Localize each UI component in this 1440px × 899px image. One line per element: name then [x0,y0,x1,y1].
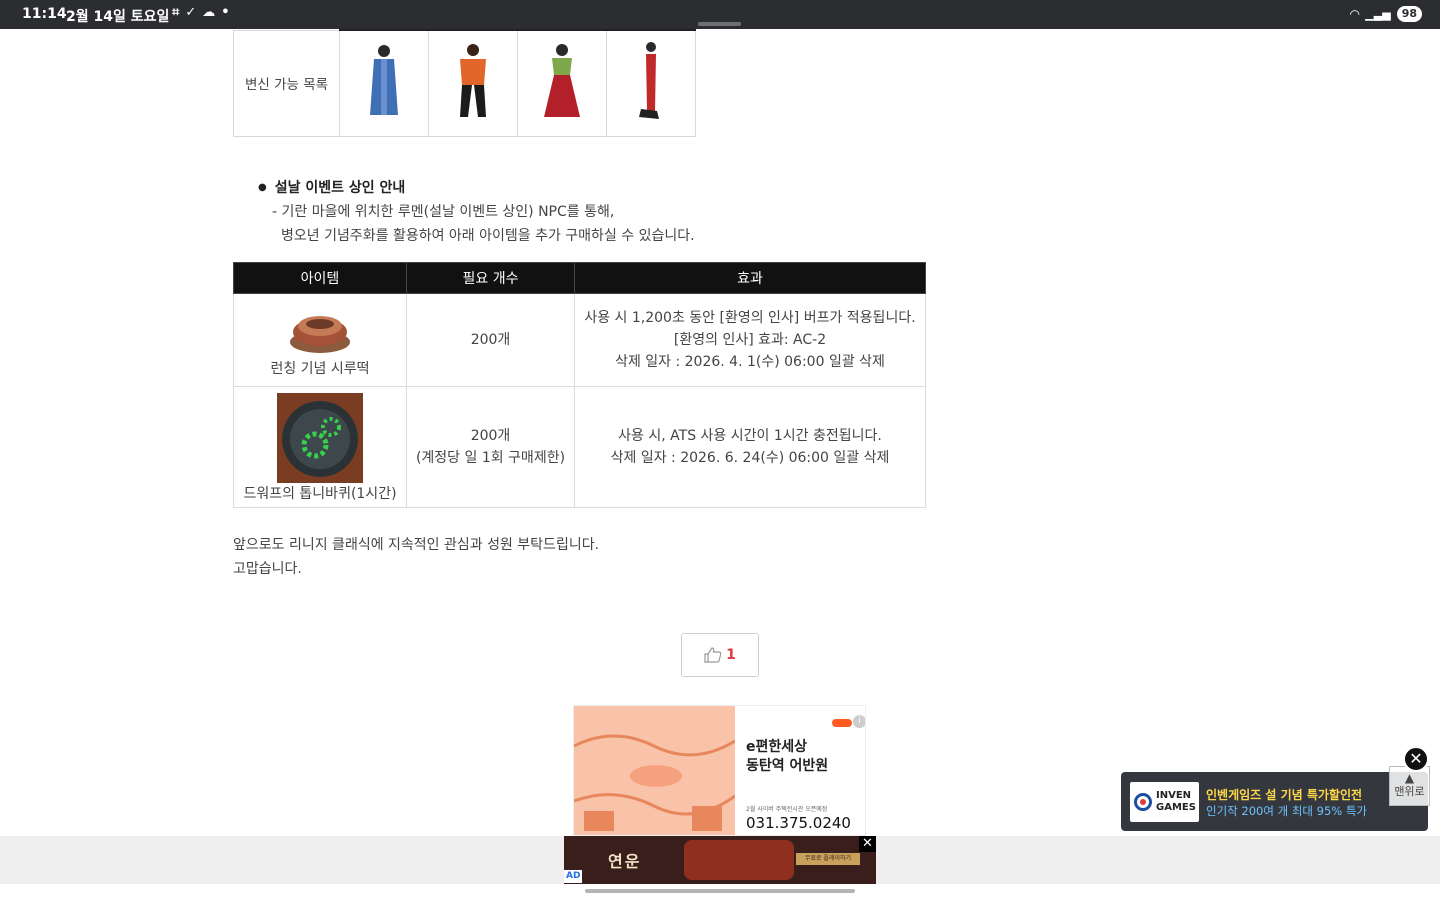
effect-line: 삭제 일자 : 2026. 6. 24(수) 06:00 일괄 삭제 [610,450,890,466]
orange-black-figure [460,44,486,118]
popup-subline: 인기작 200여 개 최대 95% 특가 [1206,804,1368,818]
inven-games-logo: INVEN GAMES [1130,782,1199,822]
table-row: 런칭 기념 시루떡 200개 사용 시 1,200초 동안 [환영의 인사] 버… [233,293,926,387]
table-row: 드워프의 톱니바퀴(1시간) 200개 (계정당 일 1회 구매제한) 사용 시… [233,386,926,508]
up-arrow-icon: ▲ [1404,771,1415,785]
effect-line: 삭제 일자 : 2026. 4. 1(수) 06:00 일괄 삭제 [615,354,885,370]
count-note: (계정당 일 1회 구매제한) [415,450,566,466]
like-button[interactable]: 1 [681,633,759,677]
morph-figure-3 [517,29,607,137]
morph-table: 변신 가능 목록 [233,29,696,137]
merchant-notice-title: 설날 이벤트 상인 안내 [258,177,406,197]
notice-line-1: - 기란 마을에 위치한 루멘(설날 이벤트 상인) NPC를 통해, [272,204,615,220]
check-icon: ✓ [185,5,197,20]
ad-tag: AD [564,870,583,883]
morph-figure-1 [339,29,429,137]
hanbok-figure [544,44,580,118]
ad-title: e편한세상 동탄역 어반원 [746,738,828,776]
wifi-icon: ◠ [1350,7,1360,21]
closing-text: 앞으로도 리니지 클래식에 지속적인 관심과 성원 부탁드립니다. 고맙습니다. [233,533,599,581]
ad-illustration [574,706,736,835]
cloud-icon: ☁ [202,5,216,20]
effect-line: [환영의 인사] 효과: AC-2 [673,332,827,348]
scroll-to-top-button[interactable]: ▲ 맨위로 [1389,766,1430,806]
effect-cell: 사용 시 1,200초 동안 [환영의 인사] 버프가 적용됩니다. [환영의 … [574,293,926,387]
logo-text-1: INVEN [1156,790,1192,801]
gesture-bar [585,889,855,893]
count-cell: 200개 (계정당 일 1회 구매제한) [406,386,575,508]
popup-close-icon[interactable]: ✕ [1403,746,1429,772]
rice-cake-icon [290,316,350,353]
status-time: 11:14 [22,6,67,22]
ad-info-icon[interactable]: i [853,715,865,728]
to-top-label: 맨위로 [1394,785,1425,798]
banner-close-icon[interactable]: ✕ [859,836,876,852]
ad-phone: 031.375.0240 [746,814,851,832]
ad-brand-logo [832,719,852,727]
red-dress-figure [639,42,659,120]
thumbs-up-icon [704,647,722,663]
blue-robe-figure [370,45,398,116]
morph-label: 변신 가능 목록 [233,29,340,137]
item-cell: 런칭 기념 시루떡 [233,293,407,387]
effect-line: 사용 시, ATS 사용 시간이 1시간 충전됩니다. [618,428,882,444]
dot-icon: • [221,5,230,20]
effect-line: 사용 시 1,200초 동안 [환영의 인사] 버프가 적용됩니다. [584,310,916,326]
status-bar: 11:14 2월 14일 토요일 ⌗ ✓ ☁ • ◠ ▁▃▅ 98 [0,0,1440,29]
banner-art [684,840,794,880]
ad-fine-print: 2월 사이버 주택전시관 오픈예정 [746,806,828,813]
ad-banner[interactable]: i e편한세상 동탄역 어반원 2월 사이버 주택전시관 오픈예정 031.37… [573,705,866,836]
logo-text-2: GAMES [1156,802,1196,813]
morph-figure-4 [606,29,696,137]
notice-line-2: 병오년 기념주화를 활용하여 아래 아이템을 추가 구매하실 수 있습니다. [281,228,695,244]
inven-logo-icon [1134,793,1152,811]
signal-icon: ▁▃▅ [1365,7,1391,21]
game-ad-banner[interactable]: 연운 무료로 플레이하기 AD ✕ [564,836,876,884]
table-header-row: 아이템 필요 개수 효과 [233,262,926,294]
ad-title-line-2: 동탄역 어반원 [746,758,829,774]
header-effect: 효과 [574,262,926,294]
screenshot-icon: ⌗ [172,5,180,20]
camera-notch [698,22,741,26]
item-cell: 드워프의 톱니바퀴(1시간) [233,386,407,508]
effect-cell: 사용 시, ATS 사용 시간이 1시간 충전됩니다. 삭제 일자 : 2026… [574,386,926,508]
header-item: 아이템 [233,262,407,294]
banner-cta[interactable]: 무료로 플레이하기 [796,853,860,865]
count-value: 200개 [470,428,511,444]
inven-promo-popup[interactable]: INVEN GAMES 인벤게임즈 설 기념 특가할인전 인기작 200여 개 … [1121,772,1428,831]
morph-figure-2 [428,29,518,137]
item-name: 드워프의 톱니바퀴(1시간) [243,485,397,502]
status-icons: ⌗ ✓ ☁ • [172,5,230,20]
header-count: 필요 개수 [406,262,575,294]
banner-title: 연운 [608,852,642,871]
ad-art-image [574,706,736,835]
battery-icon: 98 [1396,6,1422,22]
count-cell: 200개 [406,293,575,387]
popup-headline: 인벤게임즈 설 기념 특가할인전 [1206,788,1363,802]
ad-title-line-1: e편한세상 [746,739,808,755]
dwarf-gear-icon [277,392,363,483]
event-items-table: 아이템 필요 개수 효과 런칭 기념 시루떡 200개 사용 시 1,200초 … [233,262,926,508]
item-name: 런칭 기념 시루떡 [270,361,370,377]
closing-line-1: 앞으로도 리니지 클래식에 지속적인 관심과 성원 부탁드립니다. [233,537,600,553]
like-count: 1 [726,647,736,663]
closing-line-2: 고맙습니다. [233,561,302,577]
status-date: 2월 14일 토요일 [66,9,170,25]
